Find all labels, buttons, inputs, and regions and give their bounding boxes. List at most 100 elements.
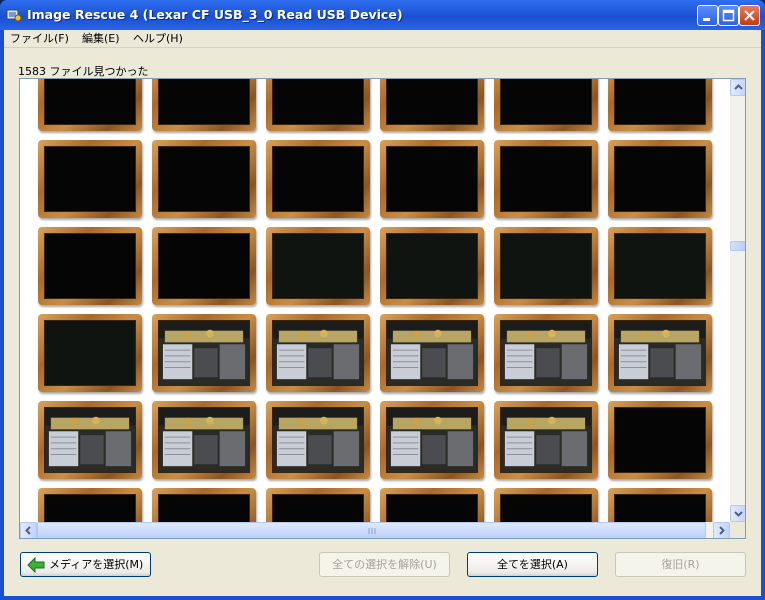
client-area: ファイル(F) 編集(E) ヘルプ(H) 1583 ファイル見つかった メディア… <box>4 30 761 596</box>
thumbnail-item[interactable] <box>494 314 598 392</box>
thumbnail-image <box>500 146 592 212</box>
thumbnail-item[interactable] <box>266 140 370 218</box>
maximize-button[interactable] <box>718 5 739 26</box>
thumbnail-item[interactable] <box>152 401 256 479</box>
thumbnail-image <box>272 79 364 125</box>
thumbnail-image <box>44 494 136 522</box>
thumbnail-item[interactable] <box>608 401 712 479</box>
select-media-button[interactable]: メディアを選択(M) <box>20 552 151 577</box>
thumbnail-item[interactable] <box>38 401 142 479</box>
vertical-scroll-thumb[interactable] <box>730 241 745 251</box>
thumbnail-item[interactable] <box>266 314 370 392</box>
scroll-down-button[interactable] <box>730 505 745 522</box>
thumbnail-item[interactable] <box>152 488 256 522</box>
thumbnail-item[interactable] <box>380 488 484 522</box>
thumbnail-item[interactable] <box>380 227 484 305</box>
thumbnail-item[interactable] <box>494 140 598 218</box>
thumbnail-image <box>386 233 478 299</box>
thumbnail-item[interactable] <box>608 314 712 392</box>
minimize-icon <box>703 18 710 21</box>
thumbnail-image <box>158 320 250 386</box>
thumbnail-item[interactable] <box>38 79 142 131</box>
window-frame-right <box>761 30 765 600</box>
scrollbar-corner <box>730 522 745 538</box>
scroll-right-button[interactable] <box>713 522 730 538</box>
thumbnail-image <box>44 407 136 473</box>
thumbnail-item[interactable] <box>608 488 712 522</box>
thumbnail-item[interactable] <box>494 227 598 305</box>
thumbnail-image <box>386 320 478 386</box>
window-title: Image Rescue 4 (Lexar CF USB_3_0 Read US… <box>27 7 403 22</box>
green-left-arrow-icon <box>27 557 45 573</box>
thumbnail-item[interactable] <box>38 140 142 218</box>
horizontal-scroll-thumb[interactable] <box>37 522 706 538</box>
thumbnail-image <box>614 79 706 125</box>
close-icon <box>744 10 755 21</box>
thumbnail-item[interactable] <box>38 227 142 305</box>
thumbnail-image <box>500 494 592 522</box>
thumbnail-item[interactable] <box>608 140 712 218</box>
chevron-up-icon <box>734 84 743 90</box>
thumbnail-image <box>158 146 250 212</box>
thumbnail-item[interactable] <box>38 314 142 392</box>
close-button[interactable] <box>739 5 760 26</box>
thumbnail-image <box>272 320 364 386</box>
scroll-up-button[interactable] <box>730 79 745 96</box>
thumbnail-item[interactable] <box>152 227 256 305</box>
select-media-label: メディアを選択(M) <box>49 558 144 571</box>
thumbnail-item[interactable] <box>266 79 370 131</box>
vertical-scrollbar[interactable] <box>730 79 745 522</box>
title-bar[interactable]: Image Rescue 4 (Lexar CF USB_3_0 Read US… <box>0 0 765 30</box>
menu-edit[interactable]: 編集(E) <box>80 31 122 46</box>
window-frame-bottom <box>0 596 765 600</box>
thumbnail-image <box>158 79 250 125</box>
horizontal-scrollbar[interactable] <box>20 522 730 538</box>
thumbnail-image <box>272 146 364 212</box>
thumbnail-image <box>44 79 136 125</box>
thumbnail-image <box>44 233 136 299</box>
thumbnail-item[interactable] <box>266 227 370 305</box>
thumbnail-item[interactable] <box>152 314 256 392</box>
thumbnail-image <box>386 146 478 212</box>
thumbnail-item[interactable] <box>152 140 256 218</box>
thumbnail-image <box>386 494 478 522</box>
app-window: Image Rescue 4 (Lexar CF USB_3_0 Read US… <box>0 0 765 600</box>
thumbnail-item[interactable] <box>494 488 598 522</box>
thumbnail-image <box>614 407 706 473</box>
maximize-icon <box>722 9 735 22</box>
thumbnail-item[interactable] <box>494 79 598 131</box>
thumbnail-image <box>500 79 592 125</box>
unselect-all-button[interactable]: 全ての選択を解除(U) <box>319 552 450 577</box>
thumbnail-image <box>272 407 364 473</box>
menu-file[interactable]: ファイル(F) <box>8 31 71 46</box>
chevron-down-icon <box>734 511 743 517</box>
thumbnail-image <box>272 494 364 522</box>
select-all-button[interactable]: 全てを選択(A) <box>467 552 598 577</box>
thumbnail-item[interactable] <box>380 401 484 479</box>
recover-button[interactable]: 復旧(R) <box>615 552 746 577</box>
thumbnail-image <box>386 79 478 125</box>
thumbnail-item[interactable] <box>608 227 712 305</box>
thumbnail-image <box>386 407 478 473</box>
thumbnail-item[interactable] <box>38 488 142 522</box>
thumbnail-item[interactable] <box>608 79 712 131</box>
thumbnail-image <box>500 320 592 386</box>
thumbnail-item[interactable] <box>152 79 256 131</box>
chevron-right-icon <box>719 526 725 535</box>
thumbnail-item[interactable] <box>380 140 484 218</box>
scroll-left-button[interactable] <box>20 522 37 538</box>
grip-icon <box>368 528 376 534</box>
thumbnail-image <box>614 320 706 386</box>
minimize-button[interactable] <box>697 5 718 26</box>
thumbnail-item[interactable] <box>266 488 370 522</box>
menu-help[interactable]: ヘルプ(H) <box>131 31 185 46</box>
thumbnail-item[interactable] <box>380 314 484 392</box>
thumbnail-item[interactable] <box>266 401 370 479</box>
thumbnail-image <box>158 233 250 299</box>
thumbnail-image <box>500 233 592 299</box>
thumbnail-item[interactable] <box>494 401 598 479</box>
thumbnail-item[interactable] <box>380 79 484 131</box>
thumbnail-image <box>44 146 136 212</box>
thumbnail-image <box>614 494 706 522</box>
chevron-left-icon <box>25 526 31 535</box>
